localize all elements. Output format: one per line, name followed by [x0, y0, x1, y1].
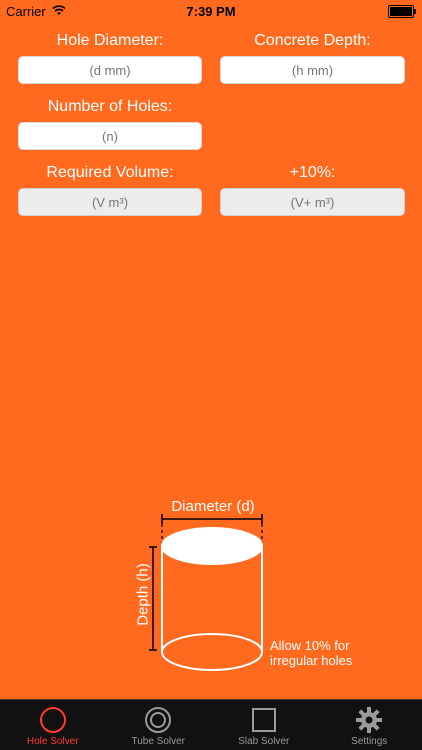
plus10-label: +10%: [289, 164, 336, 181]
depth-label: Depth (h) [134, 563, 152, 626]
tab-hole-solver[interactable]: Hole Solver [0, 700, 106, 750]
tab-label: Settings [351, 736, 388, 747]
clock: 7:39 PM [186, 4, 236, 19]
gear-icon [355, 706, 383, 737]
status-bar: Carrier 7:39 PM [0, 0, 422, 22]
tab-label: Tube Solver [131, 736, 186, 747]
number-of-holes-input[interactable] [18, 122, 202, 150]
square-icon [250, 706, 278, 737]
number-of-holes-label: Number of Holes: [47, 98, 173, 115]
tab-settings[interactable]: Settings [317, 700, 422, 750]
note-line-1: Allow 10% for [270, 638, 350, 653]
tab-label: Hole Solver [26, 736, 79, 747]
plus10-output [220, 188, 405, 216]
tab-slab-solver[interactable]: Slab Solver [211, 700, 317, 750]
concrete-depth-label: Concrete Depth: [254, 32, 371, 49]
cylinder-diagram: Diameter (d) Depth (h) Allow 10% for irr… [120, 490, 380, 690]
concrete-depth-input[interactable] [220, 56, 405, 84]
required-volume-output [18, 188, 202, 216]
tab-bar: Hole Solver Tube Solver Slab Solver Sett… [0, 699, 422, 750]
required-volume-label: Required Volume: [46, 164, 174, 181]
battery-icon [388, 5, 416, 18]
hole-diameter-input[interactable] [18, 56, 202, 84]
diameter-label: Diameter (d) [171, 498, 255, 515]
ring-icon [144, 706, 172, 737]
tab-tube-solver[interactable]: Tube Solver [106, 700, 212, 750]
allowance-note: Allow 10% for irregular holes [270, 638, 352, 668]
hole-diameter-label: Hole Diameter: [56, 32, 164, 49]
tab-label: Slab Solver [238, 736, 290, 747]
circle-icon [39, 706, 67, 737]
note-line-2: irregular holes [270, 653, 353, 668]
